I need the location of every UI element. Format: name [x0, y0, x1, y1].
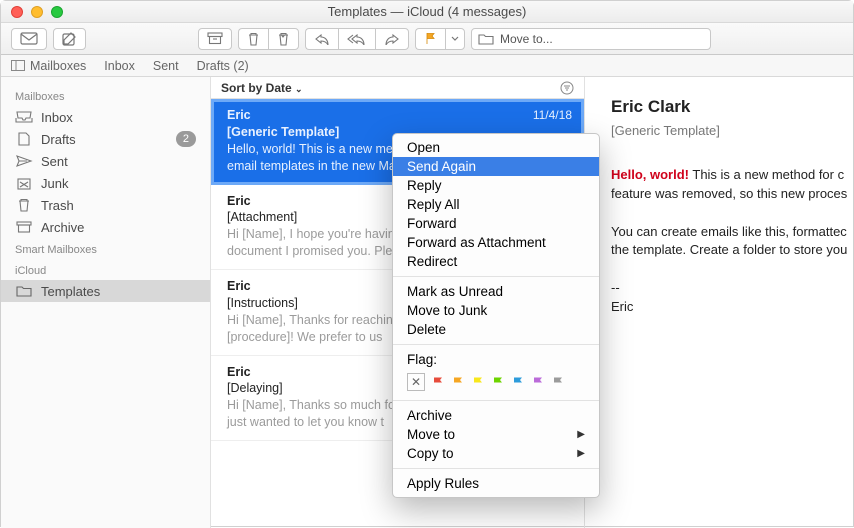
- menu-reply-all[interactable]: Reply All: [393, 195, 599, 214]
- menu-reply[interactable]: Reply: [393, 176, 599, 195]
- trash-icon: [15, 198, 33, 212]
- flag-dropdown-button[interactable]: [445, 28, 465, 50]
- sidebar-item-trash[interactable]: Trash: [1, 194, 210, 216]
- fav-drafts[interactable]: Drafts (2): [197, 59, 249, 73]
- fav-sent[interactable]: Sent: [153, 59, 179, 73]
- sort-bar[interactable]: Sort by Date ⌄: [211, 77, 584, 99]
- sidebar-item-junk[interactable]: Junk: [1, 172, 210, 194]
- reply-segment: [305, 28, 409, 50]
- compose-button[interactable]: [53, 28, 86, 50]
- junk-icon: [15, 176, 33, 190]
- traffic-lights: [1, 6, 63, 18]
- window-titlebar: Templates — iCloud (4 messages): [1, 1, 853, 23]
- menu-redirect[interactable]: Redirect: [393, 252, 599, 271]
- delete-segment: [238, 28, 299, 50]
- flag-green[interactable]: [492, 376, 505, 389]
- folder-icon: [15, 284, 33, 298]
- menu-separator: [393, 276, 599, 277]
- reply-button[interactable]: [305, 28, 338, 50]
- delete-button[interactable]: [238, 28, 268, 50]
- close-window-button[interactable]: [11, 6, 23, 18]
- forward-button[interactable]: [375, 28, 409, 50]
- menu-forward-attachment[interactable]: Forward as Attachment: [393, 233, 599, 252]
- sent-icon: [15, 154, 33, 168]
- favorites-bar: Mailboxes Inbox Sent Drafts (2): [1, 55, 853, 77]
- flag-button[interactable]: [415, 28, 445, 50]
- move-to-select[interactable]: Move to...: [471, 28, 711, 50]
- menu-open[interactable]: Open: [393, 138, 599, 157]
- main-toolbar: Move to...: [1, 23, 853, 55]
- flag-blue[interactable]: [512, 376, 525, 389]
- minimize-window-button[interactable]: [31, 6, 43, 18]
- sidebar-item-templates[interactable]: Templates: [1, 280, 210, 302]
- menu-delete[interactable]: Delete: [393, 320, 599, 339]
- zoom-window-button[interactable]: [51, 6, 63, 18]
- menu-move-junk[interactable]: Move to Junk: [393, 301, 599, 320]
- message-context-menu: Open Send Again Reply Reply All Forward …: [392, 133, 600, 498]
- reader-from: Eric Clark: [611, 97, 853, 117]
- flag-red[interactable]: [432, 376, 445, 389]
- reply-all-button[interactable]: [338, 28, 375, 50]
- flag-segment: [415, 28, 465, 50]
- document-icon: [15, 132, 33, 146]
- reader-body: Hello, world! This is a new method for c…: [611, 166, 853, 317]
- archive-button[interactable]: [198, 28, 232, 50]
- menu-archive[interactable]: Archive: [393, 406, 599, 425]
- sidebar-group-mailboxes: Mailboxes: [1, 85, 210, 106]
- inbox-icon: [15, 110, 33, 124]
- mailboxes-toggle[interactable]: Mailboxes: [11, 59, 86, 73]
- menu-copy-to[interactable]: Copy to▶: [393, 444, 599, 463]
- sidebar-group-icloud: iCloud: [1, 259, 210, 280]
- drafts-badge: 2: [176, 131, 196, 147]
- flag-orange[interactable]: [452, 376, 465, 389]
- menu-flag-label: Flag:: [393, 350, 599, 369]
- sidebar-item-sent[interactable]: Sent: [1, 150, 210, 172]
- archive-icon: [15, 220, 33, 234]
- folder-icon: [478, 33, 494, 45]
- fav-inbox[interactable]: Inbox: [104, 59, 135, 73]
- sidebar-group-smart: Smart Mailboxes: [1, 238, 210, 259]
- junk-button[interactable]: [268, 28, 299, 50]
- menu-separator: [393, 468, 599, 469]
- flag-yellow[interactable]: [472, 376, 485, 389]
- flag-clear-button[interactable]: ✕: [407, 373, 425, 391]
- mailboxes-sidebar: Mailboxes Inbox Drafts 2 Sent Junk Trash…: [1, 77, 211, 528]
- flag-gray[interactable]: [552, 376, 565, 389]
- menu-mark-unread[interactable]: Mark as Unread: [393, 282, 599, 301]
- submenu-arrow-icon: ▶: [577, 429, 585, 440]
- reader-subject: [Generic Template]: [611, 123, 853, 138]
- menu-forward[interactable]: Forward: [393, 214, 599, 233]
- menu-separator: [393, 344, 599, 345]
- menu-send-again[interactable]: Send Again: [393, 157, 599, 176]
- menu-separator: [393, 400, 599, 401]
- menu-apply-rules[interactable]: Apply Rules: [393, 474, 599, 493]
- move-to-label: Move to...: [500, 32, 553, 46]
- filter-icon[interactable]: [560, 81, 574, 95]
- submenu-arrow-icon: ▶: [577, 448, 585, 459]
- sidebar-item-inbox[interactable]: Inbox: [1, 106, 210, 128]
- window-title: Templates — iCloud (4 messages): [1, 4, 853, 19]
- get-mail-button[interactable]: [11, 28, 47, 50]
- flag-purple[interactable]: [532, 376, 545, 389]
- menu-move-to[interactable]: Move to▶: [393, 425, 599, 444]
- sidebar-item-drafts[interactable]: Drafts 2: [1, 128, 210, 150]
- menu-flag-row: ✕: [393, 369, 599, 395]
- reading-pane: Eric Clark [Generic Template] Hello, wor…: [585, 77, 853, 528]
- sidebar-item-archive[interactable]: Archive: [1, 216, 210, 238]
